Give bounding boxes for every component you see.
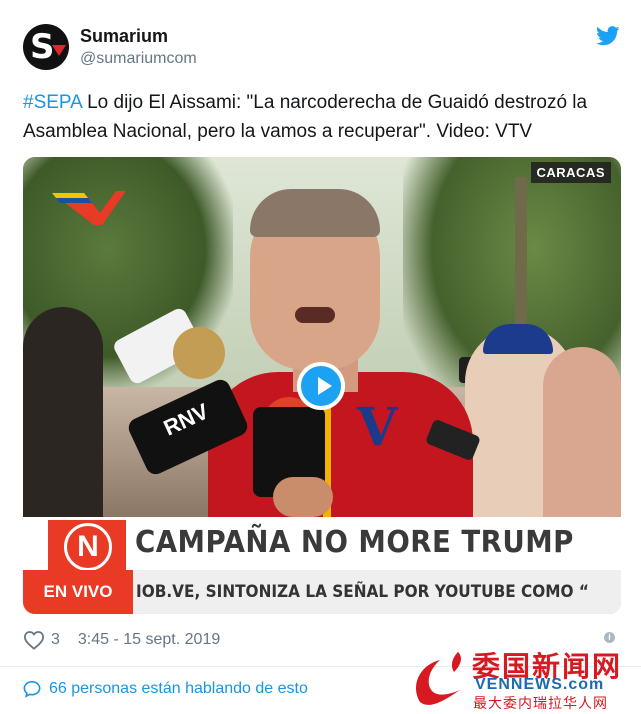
- sumarium-logo-icon: S: [30, 27, 55, 67]
- location-tag: CARACAS: [530, 162, 611, 183]
- tweet-text: #SEPA Lo dijo El Aissami: "La narcoderec…: [23, 88, 623, 146]
- hashtag-link[interactable]: #SEPA: [23, 92, 82, 113]
- venezuela-flag-logo-icon: [52, 191, 126, 225]
- avatar[interactable]: S: [23, 24, 69, 70]
- tweet-meta: 3 3:45 - 15 sept. 2019: [23, 630, 220, 650]
- watermark-url: VENNEWS.com: [475, 676, 605, 693]
- heart-icon[interactable]: [23, 630, 45, 650]
- video-player[interactable]: V RNV CARACAS N CAMPAÑA NO MORE TRUMP EN…: [23, 157, 621, 614]
- tweet-card: S Sumarium @sumariumcom #SEPA Lo dijo El…: [0, 0, 641, 714]
- watermark-subtitle: 最大委内瑞拉华人网: [473, 695, 608, 711]
- speech-bubble-icon: [23, 680, 41, 698]
- jacket-logo: V: [357, 397, 398, 458]
- play-icon[interactable]: [297, 362, 345, 410]
- ticker-text: IOB.VE, SINTONIZA LA SEÑAL POR YOUTUBE C…: [136, 582, 589, 602]
- talking-count: 66 personas están hablando de esto: [49, 680, 308, 697]
- timestamp[interactable]: 3:45 - 15 sept. 2019: [78, 631, 220, 649]
- live-badge: EN VIVO: [23, 570, 133, 614]
- like-count[interactable]: 3: [51, 631, 60, 649]
- author-handle[interactable]: @sumariumcom: [80, 50, 197, 68]
- tweet-body: Lo dijo El Aissami: "La narcoderecha de …: [23, 92, 588, 142]
- conversation-link[interactable]: 66 personas están hablando de esto: [23, 680, 308, 698]
- video-headline: CAMPAÑA NO MORE TRUMP: [135, 525, 574, 560]
- twitter-bird-icon[interactable]: [596, 26, 620, 46]
- channel-logo: N: [48, 520, 126, 571]
- author-name[interactable]: Sumarium: [80, 26, 168, 47]
